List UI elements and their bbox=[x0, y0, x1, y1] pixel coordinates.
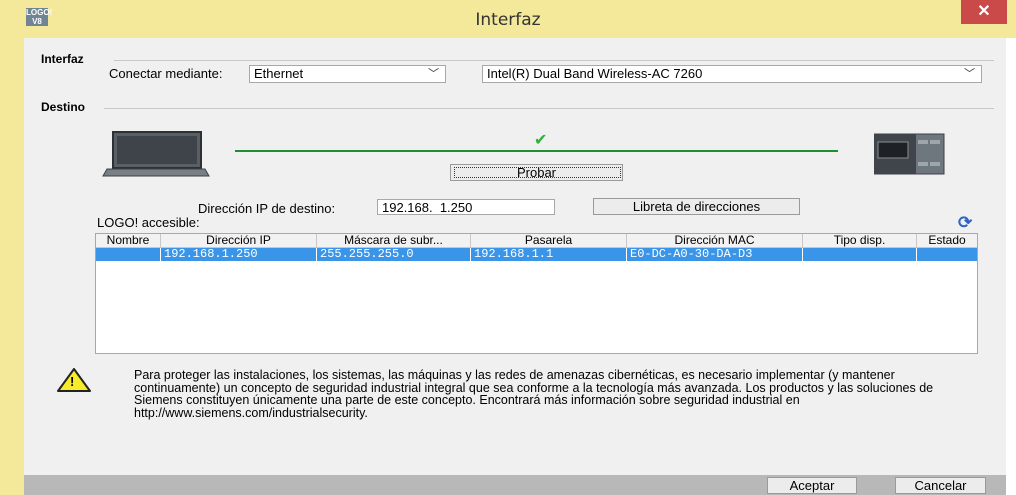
interface-dialog: LOGO! V8 Interfaz ✕ Interfaz Conectar me… bbox=[0, 0, 1016, 495]
destino-divider bbox=[104, 108, 994, 109]
accept-button-label: Aceptar bbox=[789, 478, 835, 493]
title-bar[interactable]: LOGO! V8 Interfaz ✕ bbox=[0, 0, 1016, 39]
column-header-gateway[interactable]: Pasarela bbox=[471, 234, 627, 247]
interfaz-section-title: Interfaz bbox=[41, 52, 84, 66]
network-adapter-select[interactable]: Intel(R) Dual Band Wireless-AC 7260 ﹀ bbox=[482, 65, 982, 83]
ip-label: Dirección IP de destino: bbox=[198, 201, 336, 216]
connect-label: Conectar mediante: bbox=[109, 66, 223, 81]
footer-bar: Aceptar Cancelar bbox=[24, 475, 1006, 495]
chevron-down-icon: ﹀ bbox=[964, 68, 975, 80]
destino-section-title: Destino bbox=[41, 100, 86, 114]
cell-ip: 192.168.1.250 bbox=[161, 248, 317, 261]
right-window-border bbox=[1006, 38, 1016, 495]
chevron-down-icon: ﹀ bbox=[428, 68, 439, 80]
column-header-name[interactable]: Nombre bbox=[96, 234, 161, 247]
cancel-button[interactable]: Cancelar bbox=[895, 477, 986, 494]
accept-button[interactable]: Aceptar bbox=[767, 477, 857, 494]
connection-type-value: Ethernet bbox=[254, 66, 304, 81]
column-header-device-type[interactable]: Tipo disp. bbox=[803, 234, 917, 247]
network-adapter-value: Intel(R) Dual Band Wireless-AC 7260 bbox=[487, 66, 703, 81]
accessible-devices-table[interactable]: Nombre Dirección IP Máscara de subr... P… bbox=[95, 233, 978, 354]
table-header: Nombre Dirección IP Máscara de subr... P… bbox=[96, 234, 977, 248]
connection-ok-check-icon: ✔ bbox=[534, 132, 548, 149]
connection-status-line bbox=[235, 150, 838, 152]
laptop-icon bbox=[102, 131, 210, 177]
cell-device-type bbox=[803, 248, 917, 261]
cell-name bbox=[96, 248, 161, 261]
dialog-title: Interfaz bbox=[475, 10, 541, 30]
cell-mask: 255.255.255.0 bbox=[317, 248, 471, 261]
test-button-focus-ring bbox=[454, 167, 621, 178]
cell-status bbox=[917, 248, 977, 261]
connection-type-select[interactable]: Ethernet ﹀ bbox=[249, 65, 446, 83]
security-warning-text: Para proteger las instalaciones, los sis… bbox=[134, 368, 934, 420]
column-header-mask[interactable]: Máscara de subr... bbox=[317, 234, 471, 247]
warning-exclamation: ! bbox=[70, 374, 75, 389]
table-row[interactable]: 192.168.1.250 255.255.255.0 192.168.1.1 … bbox=[96, 248, 977, 261]
refresh-icon[interactable]: ⟳ bbox=[958, 214, 972, 232]
left-window-border bbox=[0, 38, 24, 495]
accessible-logo-label: LOGO! accesible: bbox=[97, 215, 200, 230]
cell-gateway: 192.168.1.1 bbox=[471, 248, 627, 261]
address-book-button[interactable]: Libreta de direcciones bbox=[593, 198, 800, 215]
ip-address-input[interactable] bbox=[377, 199, 555, 215]
column-header-ip[interactable]: Dirección IP bbox=[161, 234, 317, 247]
close-button[interactable]: ✕ bbox=[961, 0, 1007, 24]
cancel-button-label: Cancelar bbox=[914, 478, 967, 493]
column-header-status[interactable]: Estado bbox=[917, 234, 977, 247]
address-book-button-label: Libreta de direcciones bbox=[632, 199, 761, 214]
interfaz-divider bbox=[114, 60, 994, 61]
cell-mac: E0-DC-A0-30-DA-D3 bbox=[627, 248, 803, 261]
column-header-mac[interactable]: Dirección MAC bbox=[627, 234, 803, 247]
logo-device-icon bbox=[874, 133, 945, 175]
dialog-content: Interfaz Conectar mediante: Ethernet ﹀ I… bbox=[24, 38, 1006, 495]
